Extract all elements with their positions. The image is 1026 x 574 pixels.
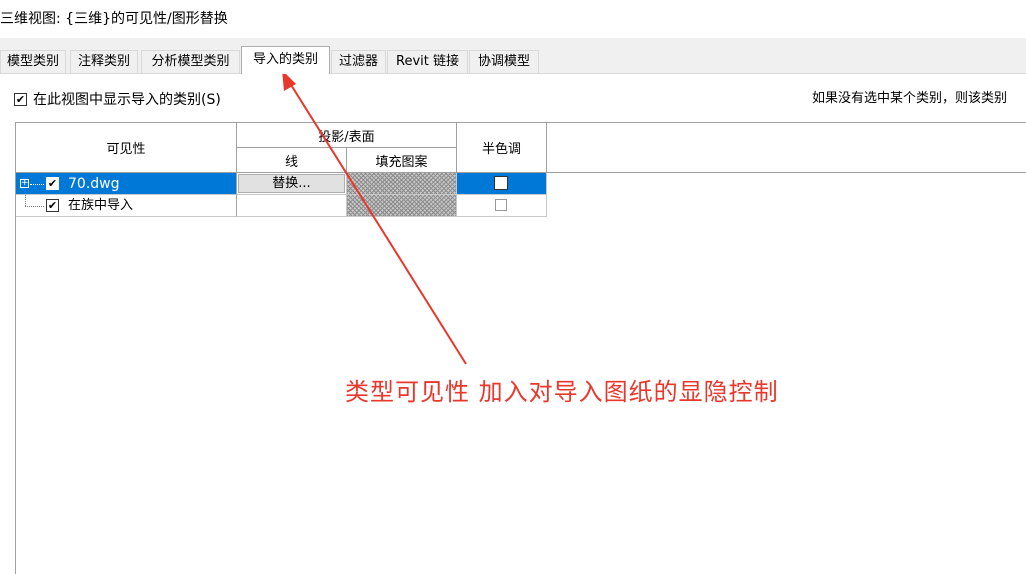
- tab-coordination-model[interactable]: 协调模型: [469, 50, 539, 73]
- tab-filters[interactable]: 过滤器: [331, 50, 386, 73]
- tree-line: [30, 184, 44, 185]
- table-row[interactable]: + ✔ 70.dwg 替换...: [16, 173, 547, 195]
- annotation-text: 类型可见性 加入对导入图纸的显隐控制: [345, 378, 779, 406]
- tab-divider: [0, 73, 1026, 74]
- window-title: 三维视图: {三维}的可见性/图形替换: [0, 0, 1026, 38]
- show-imported-checkbox[interactable]: ✔: [14, 92, 27, 106]
- tab-imported-categories[interactable]: 导入的类别: [241, 46, 330, 74]
- tab-revit-links[interactable]: Revit 链接: [387, 50, 468, 73]
- categories-table: 可见性 投影/表面 线 填充图案 半色调 + ✔ 70.dwg 替换... ✔ …: [15, 122, 1026, 574]
- row-visibility-checkbox[interactable]: ✔: [46, 177, 59, 190]
- table-row[interactable]: ✔ 在族中导入: [16, 195, 547, 217]
- halftone-checkbox[interactable]: [495, 199, 507, 211]
- expand-icon[interactable]: +: [20, 179, 29, 188]
- lines-cell[interactable]: [237, 195, 347, 217]
- header-visibility[interactable]: 可见性: [16, 123, 237, 173]
- tree-line: [25, 195, 26, 206]
- override-lines-button[interactable]: 替换...: [238, 174, 345, 193]
- row-name: 70.dwg: [68, 176, 120, 192]
- hint-text: 如果没有选中某个类别，则该类别: [812, 91, 1008, 106]
- visibility-cell[interactable]: + ✔ 70.dwg: [16, 173, 237, 195]
- tab-model-categories[interactable]: 模型类别: [0, 50, 66, 73]
- fill-pattern-cell[interactable]: [347, 173, 457, 195]
- tab-bar: 模型类别 注释类别 分析模型类别 导入的类别 过滤器 Revit 链接 协调模型: [0, 38, 1026, 74]
- show-imported-row[interactable]: ✔ 在此视图中显示导入的类别(S): [14, 89, 221, 109]
- show-imported-label: 在此视图中显示导入的类别(S): [33, 92, 221, 108]
- halftone-cell[interactable]: [457, 195, 547, 217]
- row-name: 在族中导入: [68, 198, 134, 213]
- lines-cell[interactable]: 替换...: [237, 173, 347, 195]
- tab-annotation-categories[interactable]: 注释类别: [70, 50, 138, 73]
- header-halftone: 半色调: [457, 123, 547, 173]
- row-visibility-checkbox[interactable]: ✔: [46, 199, 59, 212]
- tab-analytical-model-categories[interactable]: 分析模型类别: [141, 50, 240, 73]
- visibility-cell[interactable]: ✔ 在族中导入: [16, 195, 237, 217]
- fill-pattern-cell[interactable]: [347, 195, 457, 217]
- header-lines: 线: [237, 148, 347, 173]
- halftone-cell[interactable]: [457, 173, 547, 195]
- header-fill-pattern: 填充图案: [347, 148, 457, 173]
- header-projection-surface: 投影/表面: [237, 123, 457, 148]
- halftone-checkbox[interactable]: [494, 176, 508, 190]
- tree-line: [25, 206, 44, 207]
